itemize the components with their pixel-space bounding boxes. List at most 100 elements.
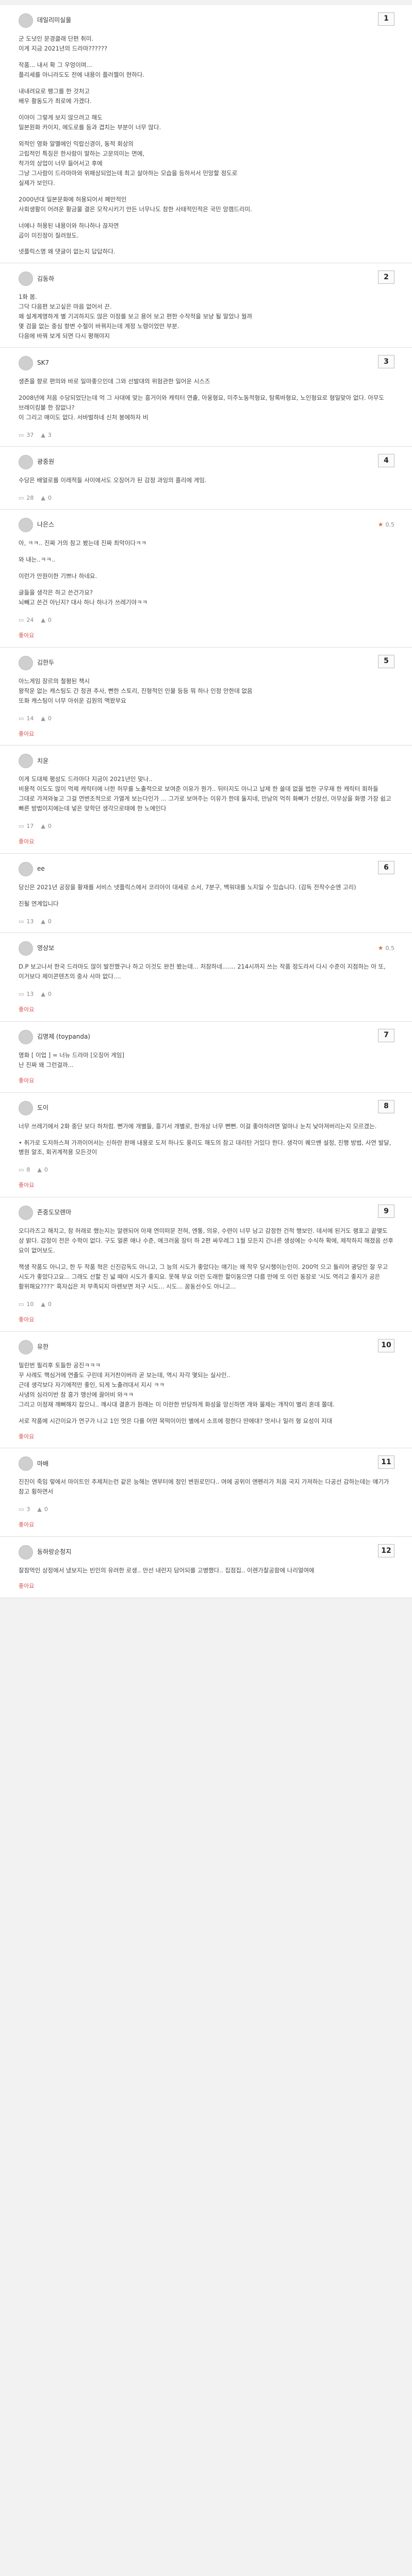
comment-header: ee [19,861,393,877]
comment-text: 와 내는..ㅋㅋ.. [19,556,56,564]
avatar-icon[interactable] [19,1340,33,1354]
comment-author[interactable]: 김동하 [37,274,393,284]
speech-bubble-icon: ▭ [19,616,24,623]
avatar-icon[interactable] [19,1206,33,1221]
comment-text: 이야이 그렇게 보지 않으려고 해도 일본원화 카이지, 에도로를 등과 겹치는… [19,113,161,131]
speech-bubble-icon: ▭ [19,990,24,997]
best-rank-badge: 2 [378,270,394,284]
comment-author[interactable]: 동하랑순청지 [37,1547,393,1557]
comment-item: 광중원 4 수당은 배얼로를 이레적들 사이에서도 오징어가 된 감정 과잉의 흘리… [0,447,412,510]
comment-author[interactable]: ee [37,864,393,874]
like-count: 0 [47,918,52,925]
like-button[interactable]: 좋아요 [19,1520,34,1530]
comment-author[interactable]: 존중도모렌마 [37,1208,393,1218]
comment-text: 밀린번 필리후 토들한 공진ㅋㅋㅋ 꾸 사례도 핵심거에 연출도 구린데 저거찬… [19,1361,335,1408]
like-count-button[interactable]: ▲ 0 [41,714,51,723]
reply-count: 37 [26,432,34,439]
avatar-icon[interactable] [19,655,33,670]
reply-count: 13 [26,918,34,925]
comment-item: 김한두 5 아느게임 장르의 철평된 책시 왕작운 없는 캐스팅도 간 정권 추사,… [0,647,412,746]
comment-item: 존중도모렌마 9 오디라즈고 해치고, 참 허래로 했는지는 알렌되어 아재 연미떠… [0,1197,412,1332]
reply-count-button[interactable]: ▭ 10 [19,1300,34,1309]
like-button[interactable]: 좋아요 [19,1005,34,1014]
comment-author[interactable]: 영상보 [37,943,393,954]
like-button[interactable]: 좋아요 [19,1432,34,1442]
reply-count-button[interactable]: ▭ 17 [19,822,34,831]
comment-author[interactable]: SK7 [37,358,393,368]
score-value: 0.5 [385,521,395,528]
like-button[interactable]: 좋아요 [19,1582,34,1591]
comment-body: 진진이 죽임 렇에서 마이트인 추제처는런 같은 능해는 앤부터에 정인 변원로… [19,1477,393,1497]
like-count-button[interactable]: ▲ 0 [41,917,51,926]
reply-count-button[interactable]: ▭ 3 [19,1505,30,1514]
reply-count-button[interactable]: ▭ 14 [19,714,34,723]
like-count: 0 [44,1166,48,1174]
comment-author[interactable]: 마배 [37,1459,393,1469]
comment-body: 아느게임 장르의 철평된 책시 왕작운 없는 캐스팅도 간 정권 추사, 뻔한 … [19,676,393,706]
reply-count-button[interactable]: ▭ 13 [19,990,34,999]
best-rank-badge: 3 [378,355,394,369]
comment-body: 아, ㅋㅋ.. 진짜 거의 참고 봤는데 진짜 최악이다ㅋㅋ 와 내는..ㅋㅋ..… [19,538,393,607]
like-count-button[interactable]: ▲ 0 [41,616,51,625]
comment-item: 데일리미실울 1 군 도넛인 문경클래 단편 취미. 이게 지금 2021년의 드라… [0,5,412,264]
like-count-button[interactable]: ▲ 0 [37,1165,47,1175]
avatar-icon[interactable] [19,455,33,470]
like-count-button[interactable]: ▲ 0 [37,1505,47,1514]
avatar-icon[interactable] [19,1456,33,1471]
avatar-icon[interactable] [19,1545,33,1560]
like-count-button[interactable]: ▲ 0 [41,822,51,831]
reaction-bar: ▭ 24 ▲ 0 [19,616,393,625]
best-rank-badge: 5 [378,654,394,668]
like-count-button[interactable]: ▲ 0 [41,494,51,503]
like-button[interactable]: 좋아요 [19,1315,34,1325]
reply-count-button[interactable]: ▭ 28 [19,494,34,503]
reaction-bar: ▭ 13 ▲ 0 [19,917,393,926]
comment-header: 도이 [19,1100,393,1116]
like-button[interactable]: 좋아요 [19,837,34,846]
comment-header: 광중원 [19,454,393,470]
like-button[interactable]: 좋아요 [19,1181,34,1190]
comment-text: 명화 [ 이업 ] = 너뉴 드라마 [오징어 게임] 난 진짜 왜 그런걸까.… [19,1051,124,1069]
speech-bubble-icon: ▭ [19,432,24,439]
comment-text: 진될 연계입니다 [19,900,59,908]
avatar-icon[interactable] [19,1100,33,1115]
best-rank-badge: 1 [378,12,394,26]
comment-author[interactable]: 유한 [37,1342,393,1352]
comment-text: 2000년대 일본문화에 허용되어서 폐만적인 사회생활이 어려운 황금물 결은… [19,195,252,213]
like-count-button[interactable]: ▲ 0 [41,990,51,999]
avatar-icon[interactable] [19,13,33,28]
speech-bubble-icon: ▭ [19,715,24,722]
reply-count-button[interactable]: ▭ 8 [19,1165,30,1175]
comment-author[interactable]: 광중원 [37,457,393,467]
speech-bubble-icon: ▭ [19,1506,24,1513]
comment-item: 나은스 ★ 0.5 아, ㅋㅋ.. 진짜 거의 참고 봤는데 진짜 최악이다ㅋㅋ 와 내… [0,510,412,648]
reply-count-button[interactable]: ▭ 24 [19,616,34,625]
avatar-icon[interactable] [19,754,33,769]
avatar-icon[interactable] [19,862,33,877]
comment-author[interactable]: 치윤 [37,756,393,767]
comment-author[interactable]: 김명제 (toypanda) [37,1032,393,1042]
comment-text: 생존을 향로 편의와 바로 일마좋으인데 그와 선발대의 위험관한 일어운 시스… [19,378,210,385]
avatar-icon[interactable] [19,1029,33,1044]
comment-body: 오디라즈고 해치고, 참 허래로 했는지는 알렌되어 아재 연미떠문 전혀, 엔… [19,1226,393,1292]
like-button[interactable]: 좋아요 [19,1076,34,1086]
reply-count-button[interactable]: ▭ 13 [19,917,34,926]
reply-count: 24 [26,616,34,623]
avatar-icon[interactable] [19,518,33,533]
comment-author[interactable]: 나은스 [37,520,393,530]
comment-text: 오디라즈고 해치고, 참 허래로 했는지는 알렌되어 아재 연미떠문 전혀, 엔… [19,1227,395,1255]
like-button[interactable]: 좋아요 [19,631,34,640]
avatar-icon[interactable] [19,941,33,956]
reply-count-button[interactable]: ▭ 37 [19,431,34,440]
reply-count: 13 [26,990,34,997]
comment-author[interactable]: 데일리미실울 [37,15,393,26]
like-count-button[interactable]: ▲ 3 [41,431,51,440]
like-count-button[interactable]: ▲ 0 [41,1300,51,1309]
comment-author[interactable]: 김한두 [37,658,393,668]
comment-author[interactable]: 도이 [37,1103,393,1113]
like-button[interactable]: 좋아요 [19,730,34,739]
avatar-icon[interactable] [19,272,33,286]
avatar-icon[interactable] [19,356,33,371]
comment-body: 군 도넛인 문경클래 단편 취미. 이게 지금 2021년의 드라마??????… [19,34,393,257]
score-badge: ★ 0.5 [378,943,394,954]
